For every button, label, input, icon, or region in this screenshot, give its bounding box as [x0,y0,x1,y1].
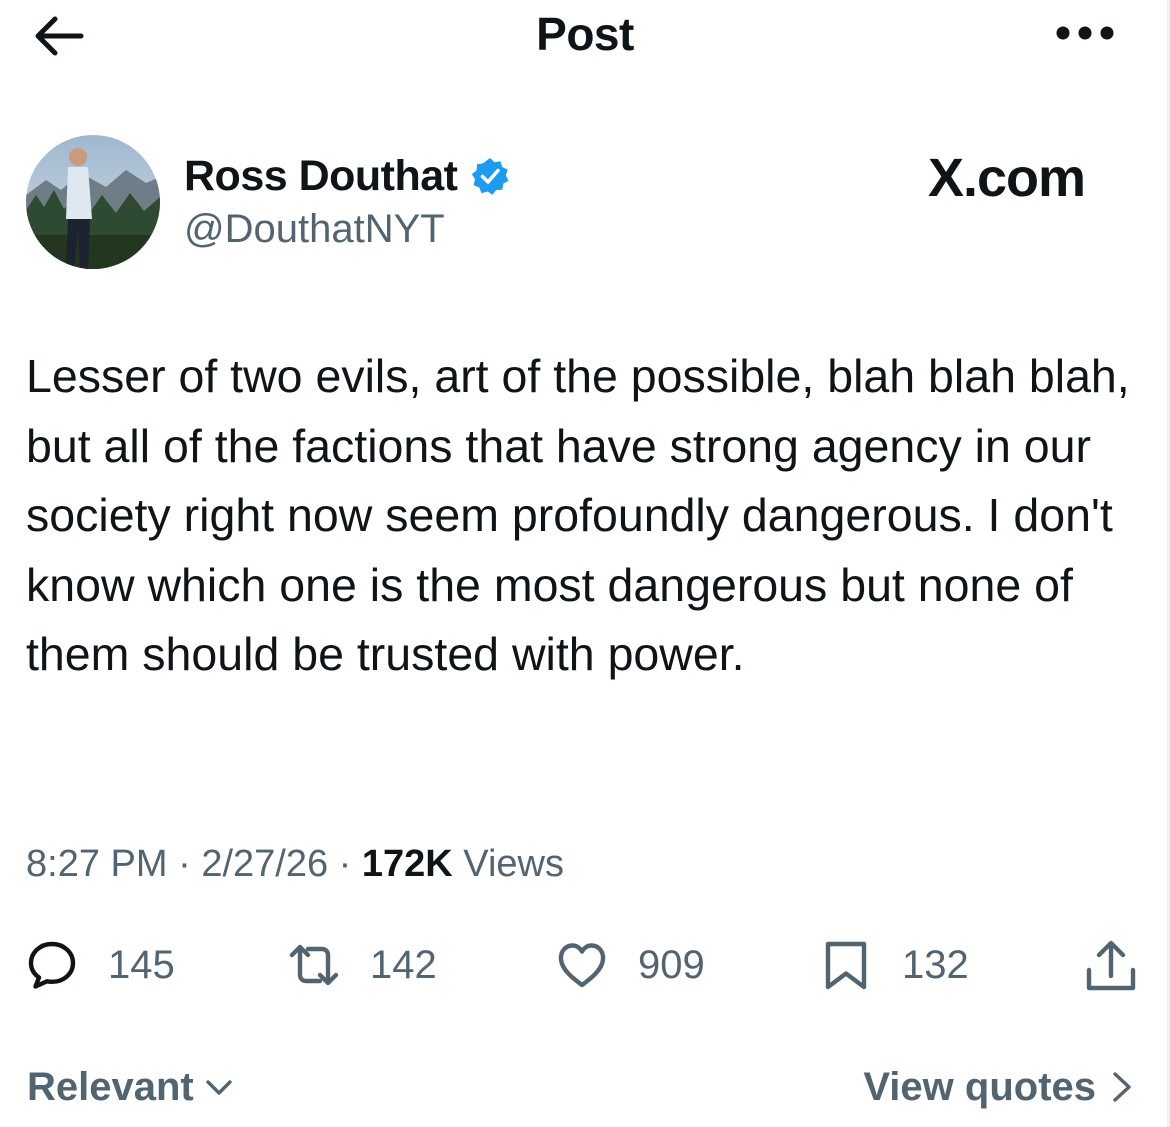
view-quotes-label: View quotes [863,1064,1096,1109]
repost-button[interactable]: 142 [288,935,437,995]
view-quotes-link[interactable]: View quotes [863,1060,1134,1114]
heart-icon [558,943,606,988]
tweet-date[interactable]: 2/27/26 [201,843,328,885]
share-icon [1086,940,1136,991]
bookmark-count: 132 [902,943,969,987]
reply-button[interactable]: 145 [26,935,175,995]
more-horizontal-icon [1056,26,1114,40]
repost-count: 142 [370,943,437,987]
sort-label: Relevant [27,1064,194,1109]
top-bar: Post [0,0,1170,70]
tweet-time[interactable]: 8:27 PM [26,843,168,885]
views-count[interactable]: 172K [362,843,453,885]
bookmark-button[interactable]: 132 [820,935,969,995]
author-name[interactable]: Ross Douthat [184,150,458,202]
more-button[interactable] [1052,18,1118,48]
chevron-right-icon [1113,1072,1131,1102]
views-label: Views [463,843,564,885]
like-button[interactable]: 909 [556,935,705,995]
repost-icon [289,944,339,986]
source-watermark: X.com [928,148,1086,208]
share-button[interactable] [1082,938,1140,996]
bookmark-icon [825,941,867,990]
author-handle[interactable]: @DouthatNYT [184,204,445,254]
reply-icon [28,941,76,989]
chevron-down-icon [206,1080,232,1095]
reply-count: 145 [108,943,175,987]
tweet-text: Lesser of two evils, art of the possible… [26,350,1130,680]
tweet-meta: 8:27 PM · 2/27/26 · 172K Views [26,843,564,885]
verified-badge-icon [471,158,508,195]
like-count: 909 [638,943,705,987]
author-avatar[interactable] [26,135,160,269]
sort-replies-dropdown[interactable]: Relevant [27,1060,234,1114]
page-title: Post [536,8,634,60]
author-name-row[interactable]: Ross Douthat [184,150,510,202]
